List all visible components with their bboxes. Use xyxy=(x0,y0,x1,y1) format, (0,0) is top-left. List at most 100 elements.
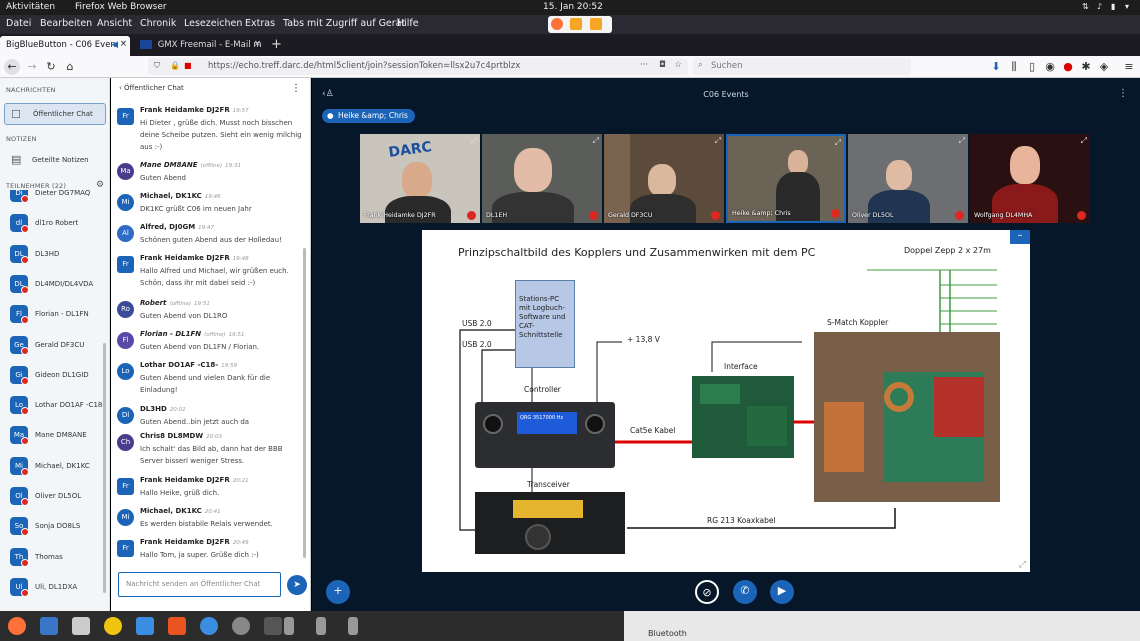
software-center-icon[interactable] xyxy=(168,617,186,635)
chat-message-input[interactable]: Nachricht senden an Öffentlicher Chat xyxy=(118,572,281,597)
camera-permission-icon[interactable]: ■ xyxy=(184,61,192,70)
shared-notes-item[interactable]: ▤ Geteilte Notizen xyxy=(4,150,106,172)
more-options-icon[interactable]: ⋮ xyxy=(291,83,301,94)
minimize-presentation-button[interactable]: – xyxy=(1010,230,1030,244)
writer-icon[interactable] xyxy=(136,617,154,635)
back-icon[interactable]: ← xyxy=(4,59,20,75)
menu-hilfe[interactable]: Hilfe xyxy=(397,18,419,29)
participant-item[interactable]: Th Thomas xyxy=(10,547,105,570)
terminal-icon[interactable] xyxy=(264,617,282,635)
settings-icon[interactable] xyxy=(232,617,250,635)
chat-scrollbar[interactable] xyxy=(303,248,306,558)
usb-drive-icon[interactable] xyxy=(284,617,294,635)
help-icon[interactable] xyxy=(200,617,218,635)
screen-share-indicator[interactable] xyxy=(548,16,612,33)
shield-icon[interactable]: ⛉ xyxy=(154,61,160,71)
actions-button[interactable]: + xyxy=(326,580,350,604)
scrollbar[interactable] xyxy=(103,343,106,593)
library-icon[interactable]: ⫼ xyxy=(1006,59,1022,75)
fullscreen-icon[interactable]: ⤢ xyxy=(1081,136,1087,146)
battery-icon[interactable]: ▮ xyxy=(1111,2,1115,11)
network-icon[interactable]: ⇅ xyxy=(1082,2,1089,11)
video-tile-5[interactable]: Oliver DL5OL ⤢ xyxy=(848,134,968,223)
participant-item[interactable]: Ge Gerald DF3CU xyxy=(10,335,105,358)
fullscreen-icon[interactable]: ⤢ xyxy=(1019,560,1026,570)
video-tile-4[interactable]: Heike &amp; Chris ⤢ xyxy=(726,134,846,223)
participant-item[interactable]: So Sonja DO8LS xyxy=(10,517,105,539)
send-button[interactable]: ➤ xyxy=(287,575,307,595)
search-bar[interactable]: ⌕ Suchen xyxy=(693,58,911,75)
speaker-icon[interactable]: ◀ xyxy=(111,40,118,50)
participant-name: Uli, DL1DXA xyxy=(35,582,78,591)
system-menu-icon[interactable]: ▾ xyxy=(1125,2,1129,11)
fullscreen-icon[interactable]: ⤢ xyxy=(835,138,841,148)
firefox-icon[interactable] xyxy=(8,617,26,635)
participant-item[interactable]: Mi Michael, DK1KC xyxy=(10,456,105,479)
sender-name: Michael, DK1KC xyxy=(140,192,202,200)
forward-icon[interactable]: → xyxy=(24,59,40,75)
video-tile-2[interactable]: DL1EH ⤢ xyxy=(482,134,602,223)
files-icon[interactable] xyxy=(72,617,90,635)
fullscreen-icon[interactable]: ⤢ xyxy=(593,136,599,146)
usb-drive-icon[interactable] xyxy=(316,617,326,635)
menu-ansicht[interactable]: Ansicht xyxy=(97,18,132,29)
extension-icon[interactable]: ✱ xyxy=(1078,59,1094,75)
lock-icon[interactable]: 🔒 xyxy=(170,61,180,70)
tab-bigbluebutton[interactable]: BigBlueButton - C06 Even ◀ × xyxy=(0,36,130,56)
menu-extras[interactable]: Extras xyxy=(245,18,275,29)
participant-item[interactable]: Ul Uli, DL1DXA xyxy=(10,577,105,600)
participant-item[interactable]: DL DL3HD xyxy=(10,244,105,267)
tab-label: BigBlueButton - C06 Even xyxy=(6,40,116,50)
download-icon[interactable]: ⬇ xyxy=(988,59,1004,75)
usb-drive-icon[interactable] xyxy=(348,617,358,635)
adblock-icon[interactable]: ● xyxy=(1060,59,1076,75)
rhythmbox-icon[interactable] xyxy=(104,617,122,635)
options-icon[interactable]: ⋮ xyxy=(1118,88,1128,99)
unmute-button[interactable]: ⊘ xyxy=(695,580,719,604)
participant-item[interactable]: Gi Gideon DL1GID xyxy=(10,365,105,388)
participant-item[interactable]: Di Dieter DG7MAQ xyxy=(10,190,105,206)
reload-icon[interactable]: ↻ xyxy=(43,59,59,75)
tab-gmx[interactable]: GMX Freemail - E-Mail m × xyxy=(134,36,264,56)
participant-item[interactable]: Lo Lothar DO1AF -C18- xyxy=(10,396,105,418)
menu-bearbeiten[interactable]: Bearbeiten xyxy=(40,18,92,29)
chat-header[interactable]: ‹ Öffentlicher Chat xyxy=(119,84,184,92)
account-icon[interactable]: ◉ xyxy=(1042,59,1058,75)
menu-chronik[interactable]: Chronik xyxy=(140,18,176,29)
menu-lesezeichen[interactable]: Lesezeichen xyxy=(184,18,242,29)
extension2-icon[interactable]: ◈ xyxy=(1096,59,1112,75)
participant-item[interactable]: dl dl1ro Robert xyxy=(10,214,105,236)
fullscreen-icon[interactable]: ⤢ xyxy=(959,136,965,146)
video-tile-3[interactable]: Gerald DF3CU ⤢ xyxy=(604,134,724,223)
menu-datei[interactable]: Datei xyxy=(6,18,31,29)
participant-item[interactable]: Fl Florian - DL1FN xyxy=(10,305,105,327)
share-webcam-button[interactable]: ▶ xyxy=(770,580,794,604)
hamburger-menu-icon[interactable]: ≡ xyxy=(1121,59,1137,75)
close-icon[interactable]: × xyxy=(254,39,261,49)
thunderbird-icon[interactable] xyxy=(40,617,58,635)
public-chat-item[interactable]: ☐ Öffentlicher Chat xyxy=(4,103,106,125)
participant-item[interactable]: Ma Mane DM8ANE xyxy=(10,426,105,448)
video-tile-1[interactable]: DARC Frank Heidamke DJ2FR ⤢ xyxy=(360,134,480,223)
home-icon[interactable]: ⌂ xyxy=(62,59,78,75)
menu-tabs-geraet[interactable]: Tabs mit Zugriff auf Gerät xyxy=(283,18,405,29)
page-actions-icon[interactable]: ··· xyxy=(640,60,648,70)
leave-audio-button[interactable]: ✆ xyxy=(733,580,757,604)
close-icon[interactable]: × xyxy=(120,39,127,49)
video-tile-6[interactable]: Wolfgang DL4MHA ⤢ xyxy=(970,134,1090,223)
activities-button[interactable]: Aktivitäten xyxy=(6,2,55,12)
pocket-icon[interactable]: ◘ xyxy=(659,60,666,70)
fullscreen-icon[interactable]: ⤢ xyxy=(471,136,477,146)
participant-item[interactable]: Ol Oliver DL5OL xyxy=(10,487,105,509)
clock[interactable]: 15. Jan 20:52 xyxy=(543,2,603,12)
presentation-slide[interactable]: Prinzipschaltbild des Kopplers und Zusam… xyxy=(422,230,1030,572)
fullscreen-icon[interactable]: ⤢ xyxy=(715,136,721,146)
bookmark-star-icon[interactable]: ☆ xyxy=(674,60,682,70)
gear-icon[interactable]: ⚙ xyxy=(96,180,104,190)
url-text: https://echo.treff.darc.de/html5client/j… xyxy=(208,61,521,71)
participant-item[interactable]: DL DL4MDI/DL4VDA xyxy=(10,274,105,297)
sidebar-icon[interactable]: ▯ xyxy=(1024,59,1040,75)
url-bar[interactable]: ⛉ 🔒 ■ https://echo.treff.darc.de/html5cl… xyxy=(148,58,688,75)
volume-icon[interactable]: ♪ xyxy=(1097,2,1102,11)
new-tab-icon[interactable]: + xyxy=(271,37,282,52)
